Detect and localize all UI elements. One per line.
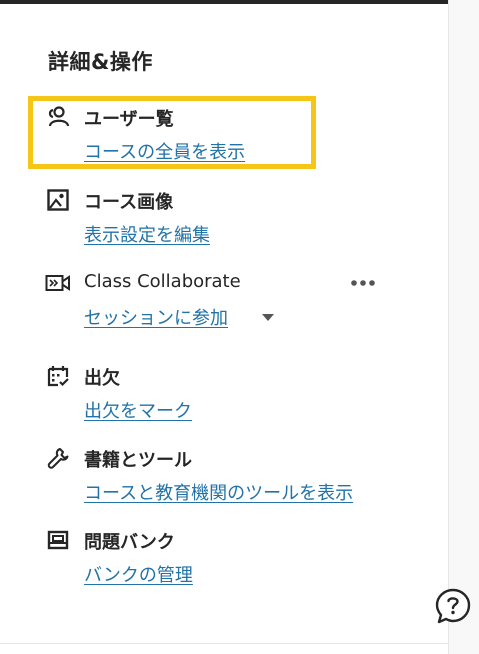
- question-bank-label: 問題バンク: [84, 532, 175, 553]
- wrench-icon: [44, 445, 72, 471]
- roster-label: ユーザー覧: [84, 109, 174, 130]
- users-icon: [44, 104, 72, 130]
- image-icon: [44, 187, 72, 213]
- books-tools-label: 書籍とツール: [84, 450, 192, 471]
- view-course-tools-link[interactable]: コースと教育機関のツールを表示: [84, 479, 353, 505]
- mark-attendance-link[interactable]: 出欠をマーク: [84, 397, 192, 423]
- join-session-link[interactable]: セッションに参加: [84, 304, 228, 330]
- panel-title: 詳細&操作: [48, 50, 153, 74]
- details-actions-panel: 詳細&操作 ユーザー覧 コースの全員を表示 コース画像 表示設定を編集 Clas…: [0, 0, 448, 643]
- chevron-down-icon[interactable]: [262, 314, 274, 321]
- help-button[interactable]: [434, 587, 472, 625]
- video-icon: [44, 270, 72, 296]
- collaborate-label: Class Collaborate: [84, 271, 241, 292]
- edit-display-settings-link[interactable]: 表示設定を編集: [84, 221, 210, 247]
- question-bank-icon: [44, 527, 72, 553]
- right-scroll-strip: [448, 0, 479, 654]
- help-icon: [435, 588, 471, 624]
- bottom-divider: [0, 643, 448, 644]
- attendance-label: 出欠: [84, 368, 120, 389]
- calendar-check-icon: [44, 363, 72, 389]
- view-everyone-link[interactable]: コースの全員を表示: [84, 138, 245, 164]
- more-options-button[interactable]: [350, 272, 376, 294]
- manage-banks-link[interactable]: バンクの管理: [84, 561, 193, 587]
- course-image-label: コース画像: [84, 192, 174, 213]
